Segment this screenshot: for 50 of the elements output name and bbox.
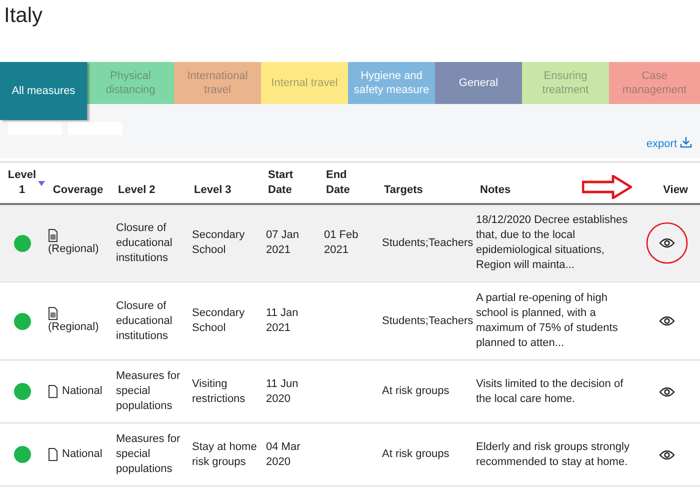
- table-cell-text: 07 Jan 2021: [266, 228, 300, 258]
- table-cell: At risk groups: [382, 384, 450, 399]
- notes-text: A partial re-opening of high school is planned, with a maximum of 75% of students planned to atten...: [476, 291, 619, 351]
- column-header[interactable]: Notes: [480, 183, 511, 198]
- table-cell-text: 11 Jun 2020: [266, 376, 300, 406]
- table-cell: At risk groups: [382, 447, 450, 462]
- column-header[interactable]: Coverage: [52, 183, 104, 198]
- column-header[interactable]: Start Date: [268, 168, 298, 198]
- table-cell-text: Visiting restrictions: [192, 376, 246, 406]
- view-button[interactable]: [659, 238, 675, 248]
- notes-text: 18/12/2020 Decree establishes that, due to the local epidemiological situations, Region will mainta...: [476, 213, 629, 273]
- column-header[interactable]: Level 1: [7, 168, 37, 198]
- coverage-text: National: [62, 384, 102, 399]
- table-cell-text: Measures for special populations: [116, 432, 182, 477]
- table-cell: Stay at home risk groups: [192, 440, 258, 470]
- eye-icon: [659, 450, 675, 460]
- column-header[interactable]: End Date: [326, 168, 356, 198]
- page-title: Italy: [4, 4, 44, 29]
- column-header[interactable]: Targets: [384, 183, 423, 198]
- view-button[interactable]: [659, 450, 675, 460]
- column-header[interactable]: Level 3: [194, 183, 232, 198]
- table-cell: Students;Teachers: [382, 314, 474, 328]
- table-cell-text: Closure of educational institutions: [116, 298, 174, 344]
- view-button[interactable]: [659, 316, 675, 326]
- eye-icon: [659, 316, 675, 326]
- arrow-annotation: [582, 175, 632, 199]
- circle-annotation: [646, 222, 688, 264]
- table-cell-text: Closure of educational institutions: [116, 220, 174, 266]
- view-button[interactable]: [659, 386, 675, 396]
- column-header[interactable]: View: [663, 183, 688, 198]
- eye-icon: [659, 238, 675, 248]
- coverage-text: (Regional): [48, 242, 99, 257]
- export-link[interactable]: export: [646, 138, 677, 150]
- table-cell-text: Measures for special populations: [116, 369, 182, 414]
- category-tab[interactable]: All measures: [0, 62, 87, 120]
- notes-text: Elderly and risk groups strongly recommended to stay at home.: [476, 440, 630, 470]
- column-header[interactable]: Level 2: [118, 183, 156, 198]
- table-cell-text: 11 Jan 2021: [266, 306, 300, 336]
- table-cell-text: 01 Feb 2021: [324, 228, 360, 258]
- coverage-text: (Regional): [48, 320, 99, 335]
- table-cell-text: 04 Mar 2020: [266, 440, 302, 470]
- filter-field[interactable]: [68, 122, 122, 135]
- table-cell-text: Secondary School: [192, 306, 246, 336]
- coverage-text: National: [62, 447, 102, 462]
- filter-field[interactable]: [8, 122, 62, 135]
- download-icon: [680, 136, 692, 148]
- table-cell: Students;Teachers: [382, 236, 474, 250]
- eye-icon: [659, 386, 675, 396]
- table-cell-text: Secondary School: [192, 228, 246, 258]
- notes-text: Visits limited to the decision of the local care home.: [476, 376, 624, 406]
